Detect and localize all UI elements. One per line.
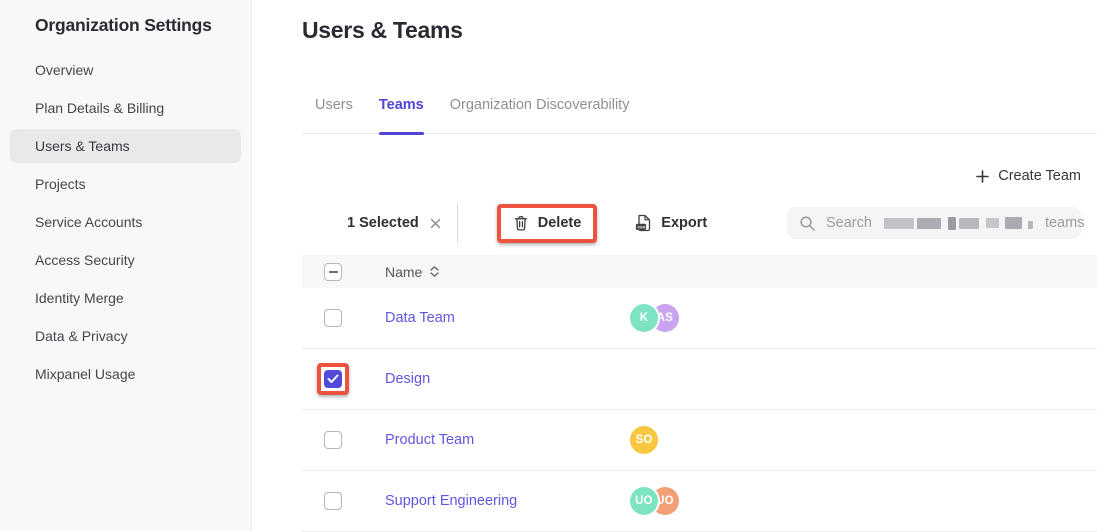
tab-teams[interactable]: Teams [379, 97, 424, 133]
team-link-product-team[interactable]: Product Team [385, 432, 474, 448]
clear-selection-button[interactable] [430, 218, 441, 229]
search-placeholder-prefix: Search [826, 215, 872, 231]
row-checkbox-data-team[interactable] [324, 309, 342, 327]
export-button-label: Export [661, 215, 707, 231]
table-row-support-engineering: Support Engineering UO UO [302, 471, 1097, 532]
bulk-actions-toolbar: 1 Selected Delete [302, 203, 1097, 243]
csv-file-icon: csv [635, 214, 652, 232]
search-placeholder-suffix: teams [1045, 215, 1085, 231]
search-input[interactable]: Search teams [787, 207, 1081, 239]
sidebar-item-service-accounts[interactable]: Service Accounts [10, 205, 241, 239]
sidebar-item-identity-merge[interactable]: Identity Merge [10, 281, 241, 315]
organization-settings-page: Organization Settings Overview Plan Deta… [0, 0, 1108, 531]
table-header-row: Name [302, 255, 1097, 288]
tab-organization-discoverability[interactable]: Organization Discoverability [450, 97, 630, 133]
team-link-data-team[interactable]: Data Team [385, 310, 455, 326]
delete-button-label: Delete [538, 215, 582, 231]
create-team-label: Create Team [998, 168, 1081, 184]
create-team-button[interactable]: Create Team [976, 161, 1081, 191]
plus-icon [976, 170, 989, 183]
trash-icon [513, 215, 529, 232]
sidebar-item-mixpanel-usage[interactable]: Mixpanel Usage [10, 357, 241, 391]
create-team-row: Create Team [302, 161, 1097, 191]
avatar-group: K AS [630, 304, 679, 332]
avatar-group: SO [630, 426, 658, 454]
tab-users[interactable]: Users [315, 97, 353, 133]
name-column-header[interactable]: Name [385, 264, 439, 280]
sidebar-nav: Overview Plan Details & Billing Users & … [0, 53, 251, 391]
check-icon [327, 374, 339, 384]
teams-table: Name Data Team K AS [302, 255, 1097, 532]
sidebar-item-projects[interactable]: Projects [10, 167, 241, 201]
main-content: Users & Teams Users Teams Organization D… [252, 0, 1108, 531]
checkbox-annotation-box [317, 363, 349, 395]
avatar: UO [630, 487, 658, 515]
table-row-design: Design [302, 349, 1097, 410]
row-checkbox-design[interactable] [324, 370, 342, 388]
search-icon [799, 215, 816, 232]
sidebar: Organization Settings Overview Plan Deta… [0, 0, 252, 531]
toolbar-divider [457, 203, 458, 243]
table-row-product-team: Product Team SO [302, 410, 1097, 471]
sidebar-item-users-teams[interactable]: Users & Teams [10, 129, 241, 163]
delete-button[interactable]: Delete [501, 208, 594, 239]
table-row-data-team: Data Team K AS [302, 288, 1097, 349]
selected-count: 1 Selected [347, 215, 419, 231]
sidebar-title: Organization Settings [35, 12, 251, 38]
svg-text:csv: csv [638, 226, 646, 231]
row-checkbox-product-team[interactable] [324, 431, 342, 449]
sort-icon [430, 266, 439, 277]
avatar-group: UO UO [630, 487, 679, 515]
sidebar-item-data-privacy[interactable]: Data & Privacy [10, 319, 241, 353]
redacted-text-blocks [884, 217, 1033, 230]
select-all-checkbox[interactable] [324, 263, 342, 281]
selection-status: 1 Selected [347, 215, 441, 231]
export-button[interactable]: csv Export [623, 208, 719, 239]
sidebar-item-access-security[interactable]: Access Security [10, 243, 241, 277]
row-checkbox-support-engineering[interactable] [324, 492, 342, 510]
tab-bar: Users Teams Organization Discoverability [302, 97, 1097, 134]
team-link-support-engineering[interactable]: Support Engineering [385, 493, 517, 509]
sidebar-item-overview[interactable]: Overview [10, 53, 241, 87]
sidebar-item-plan-details-billing[interactable]: Plan Details & Billing [10, 91, 241, 125]
page-title: Users & Teams [302, 14, 1097, 46]
delete-annotation-box: Delete [497, 204, 598, 243]
name-column-label: Name [385, 264, 422, 280]
avatar: SO [630, 426, 658, 454]
x-icon [430, 218, 441, 229]
team-link-design[interactable]: Design [385, 371, 430, 387]
avatar: K [630, 304, 658, 332]
